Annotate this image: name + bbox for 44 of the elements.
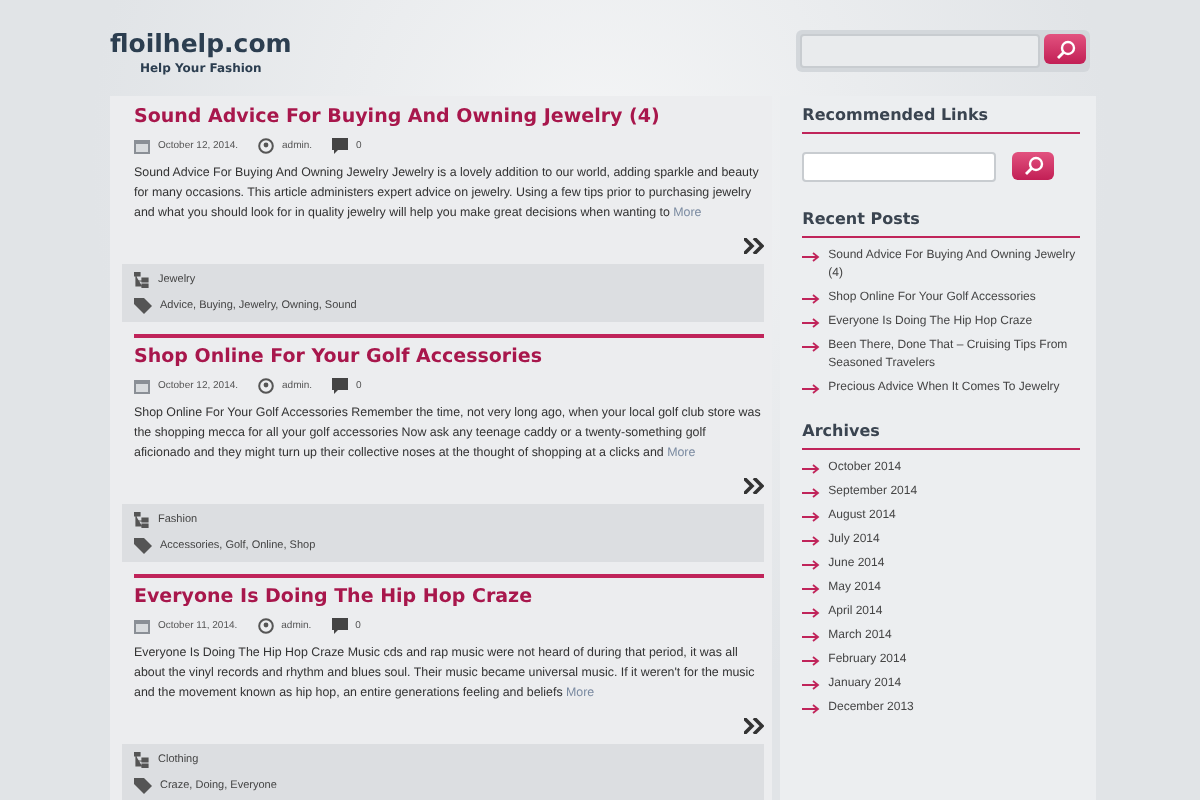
arrow-icon	[802, 294, 821, 304]
search-button[interactable]	[1044, 34, 1086, 64]
site-title[interactable]: floilhelp.com	[110, 30, 292, 58]
arrow-icon	[802, 632, 821, 642]
arrow-icon	[802, 342, 821, 352]
calendar-icon	[134, 138, 150, 154]
arrow-icon	[802, 488, 821, 498]
search-icon	[1055, 39, 1075, 59]
comment-icon	[332, 378, 349, 394]
arrow-icon	[802, 384, 821, 394]
arrow-icon	[802, 536, 821, 546]
arrow-icon	[802, 680, 821, 690]
folder-tree-icon	[134, 752, 150, 768]
calendar-icon	[134, 618, 150, 634]
arrow-icon	[802, 584, 821, 594]
arrow-icon	[802, 656, 821, 666]
arrow-icon	[802, 560, 821, 570]
tag-icon	[134, 298, 152, 314]
comment-icon	[332, 138, 349, 154]
arrow-icon	[802, 608, 821, 618]
search-field[interactable]	[800, 34, 1040, 68]
search-button[interactable]	[1012, 152, 1055, 180]
widget-heading: Archives	[802, 422, 1080, 450]
arrow-icon	[802, 318, 821, 328]
double-chevron-icon[interactable]	[744, 238, 765, 254]
tag-icon	[134, 778, 152, 794]
post-title[interactable]: Everyone Is Doing The Hip Hop Craze	[134, 586, 765, 610]
arrow-icon	[802, 512, 821, 522]
tag-icon	[134, 538, 152, 554]
post-title[interactable]: Shop Online For Your Golf Accessories	[134, 346, 765, 370]
post-title[interactable]: Sound Advice For Buying And Owning Jewelry (4)	[134, 106, 765, 130]
double-chevron-icon[interactable]	[744, 478, 765, 494]
double-chevron-icon[interactable]	[744, 718, 765, 734]
widget-heading: Recommended Links	[802, 106, 1080, 134]
comment-icon	[331, 618, 348, 634]
arrow-icon	[802, 252, 821, 262]
widget-heading: Recent Posts	[802, 210, 1080, 238]
search-icon	[1023, 156, 1044, 176]
arrow-icon	[802, 464, 821, 474]
search-field[interactable]	[802, 152, 997, 182]
arrow-icon	[802, 704, 821, 714]
folder-tree-icon	[134, 512, 150, 528]
folder-tree-icon	[134, 272, 150, 288]
calendar-icon	[134, 378, 150, 394]
